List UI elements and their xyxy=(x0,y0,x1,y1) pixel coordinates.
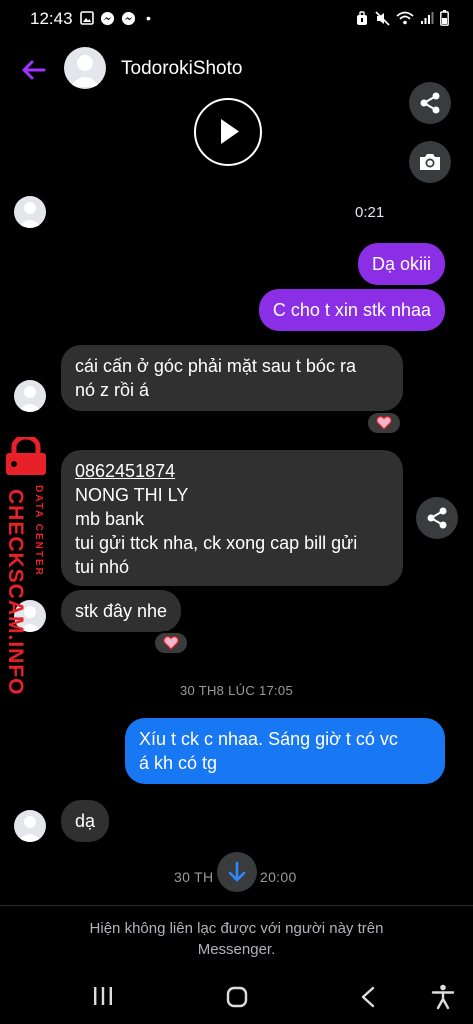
messenger-icon xyxy=(100,11,115,25)
battery-icon xyxy=(440,10,449,26)
padlock-icon xyxy=(6,437,46,475)
back-button[interactable] xyxy=(18,55,48,85)
arrow-down-icon xyxy=(228,861,246,882)
back-nav-icon[interactable] xyxy=(360,986,376,1008)
message-text-line: Xíu t ck c nhaa. Sáng giờ t có vc xyxy=(139,729,398,749)
more-notifications-dot: • xyxy=(146,10,151,26)
checkscam-watermark: CHECKSCAM.INFO DATA CENTER xyxy=(2,437,52,696)
heart-icon xyxy=(163,636,179,650)
default-avatar-icon xyxy=(18,816,42,842)
messenger-icon-2 xyxy=(121,11,136,25)
system-navigation-bar xyxy=(0,970,473,1024)
play-icon xyxy=(221,119,239,144)
status-notification-icons: • xyxy=(80,10,151,26)
message-text-line: cái cấn ở góc phải mặt sau t bóc ra xyxy=(75,356,356,376)
reaction-badge[interactable] xyxy=(366,411,402,435)
home-icon[interactable] xyxy=(226,986,248,1008)
video-duration: 0:21 xyxy=(355,204,385,221)
message-bubble-outgoing[interactable]: Xíu t ck c nhaa. Sáng giờ t có vc á kh c… xyxy=(125,718,445,784)
message-bubble-outgoing[interactable]: Dạ okiii xyxy=(357,243,445,285)
share-button[interactable] xyxy=(416,497,458,539)
gallery-icon xyxy=(80,11,94,25)
status-time: 12:43 xyxy=(30,9,73,28)
signal-icon xyxy=(421,12,434,24)
sender-avatar[interactable] xyxy=(14,196,46,228)
default-avatar-icon xyxy=(18,386,42,412)
sender-avatar[interactable] xyxy=(14,810,46,842)
sender-avatar[interactable] xyxy=(14,380,46,412)
arrow-left-icon xyxy=(22,60,46,80)
camera-icon xyxy=(420,154,440,170)
share-button-top[interactable] xyxy=(409,82,451,124)
contact-avatar[interactable] xyxy=(64,47,106,89)
heart-icon xyxy=(376,416,392,430)
message-text: C cho t xin stk nhaa xyxy=(272,300,431,320)
message-timestamp-left: 30 TH xyxy=(174,869,214,885)
message-text-line: nó z rồi á xyxy=(75,380,150,400)
message-bubble-incoming[interactable]: stk đây nhe xyxy=(61,590,182,632)
message-timestamp: 30 TH8 LÚC 17:05 xyxy=(180,683,293,698)
wifi-icon xyxy=(396,11,414,25)
message-bubble-outgoing[interactable]: C cho t xin stk nhaa xyxy=(258,289,445,331)
alarm-icon xyxy=(357,10,367,25)
message-text: dạ xyxy=(75,811,96,831)
footer-divider xyxy=(0,905,473,906)
phone-number-link[interactable]: 0862451874 xyxy=(75,459,389,483)
share-icon xyxy=(420,92,440,114)
status-system-icons xyxy=(355,10,449,26)
contact-name[interactable]: TodorokiShoto xyxy=(121,58,242,80)
message-text-line: tui gửi ttck nha, ck xong cap bill gửi xyxy=(75,533,358,553)
message-text: Dạ okiii xyxy=(371,254,431,274)
notice-line: Messenger. xyxy=(197,941,276,958)
message-bubble-incoming[interactable]: cái cấn ở góc phải mặt sau t bóc ra nó z… xyxy=(61,345,403,411)
recent-apps-icon[interactable] xyxy=(92,986,114,1006)
share-icon xyxy=(427,507,447,529)
message-text-line: NONG THI LY xyxy=(75,485,189,505)
message-text-line: mb bank xyxy=(75,509,145,529)
message-timestamp-right: 20:00 xyxy=(260,869,297,885)
default-avatar-icon xyxy=(70,55,100,87)
message-bubble-incoming[interactable]: 0862451874 NONG THI LY mb bank tui gửi t… xyxy=(61,450,403,586)
accessibility-icon[interactable] xyxy=(431,984,455,1010)
unavailable-notice: Hiện không liên lạc được với người này t… xyxy=(40,918,433,960)
reaction-badge[interactable] xyxy=(153,631,189,655)
message-text-line: tui nhó xyxy=(75,557,130,577)
watermark-sub: DATA CENTER xyxy=(33,485,44,577)
message-text: stk đây nhe xyxy=(75,601,168,621)
status-bar: 12:43 • xyxy=(0,0,473,36)
scroll-to-bottom-button[interactable] xyxy=(217,852,257,892)
notice-line: Hiện không liên lạc được với người này t… xyxy=(89,920,384,937)
video-play-button[interactable] xyxy=(194,98,262,166)
default-avatar-icon xyxy=(18,202,42,228)
watermark-brand: CHECKSCAM.INFO xyxy=(4,489,27,696)
mute-icon xyxy=(375,10,390,26)
camera-button[interactable] xyxy=(409,141,451,183)
message-text-line: á kh có tg xyxy=(139,753,218,773)
message-bubble-incoming[interactable]: dạ xyxy=(61,800,110,842)
